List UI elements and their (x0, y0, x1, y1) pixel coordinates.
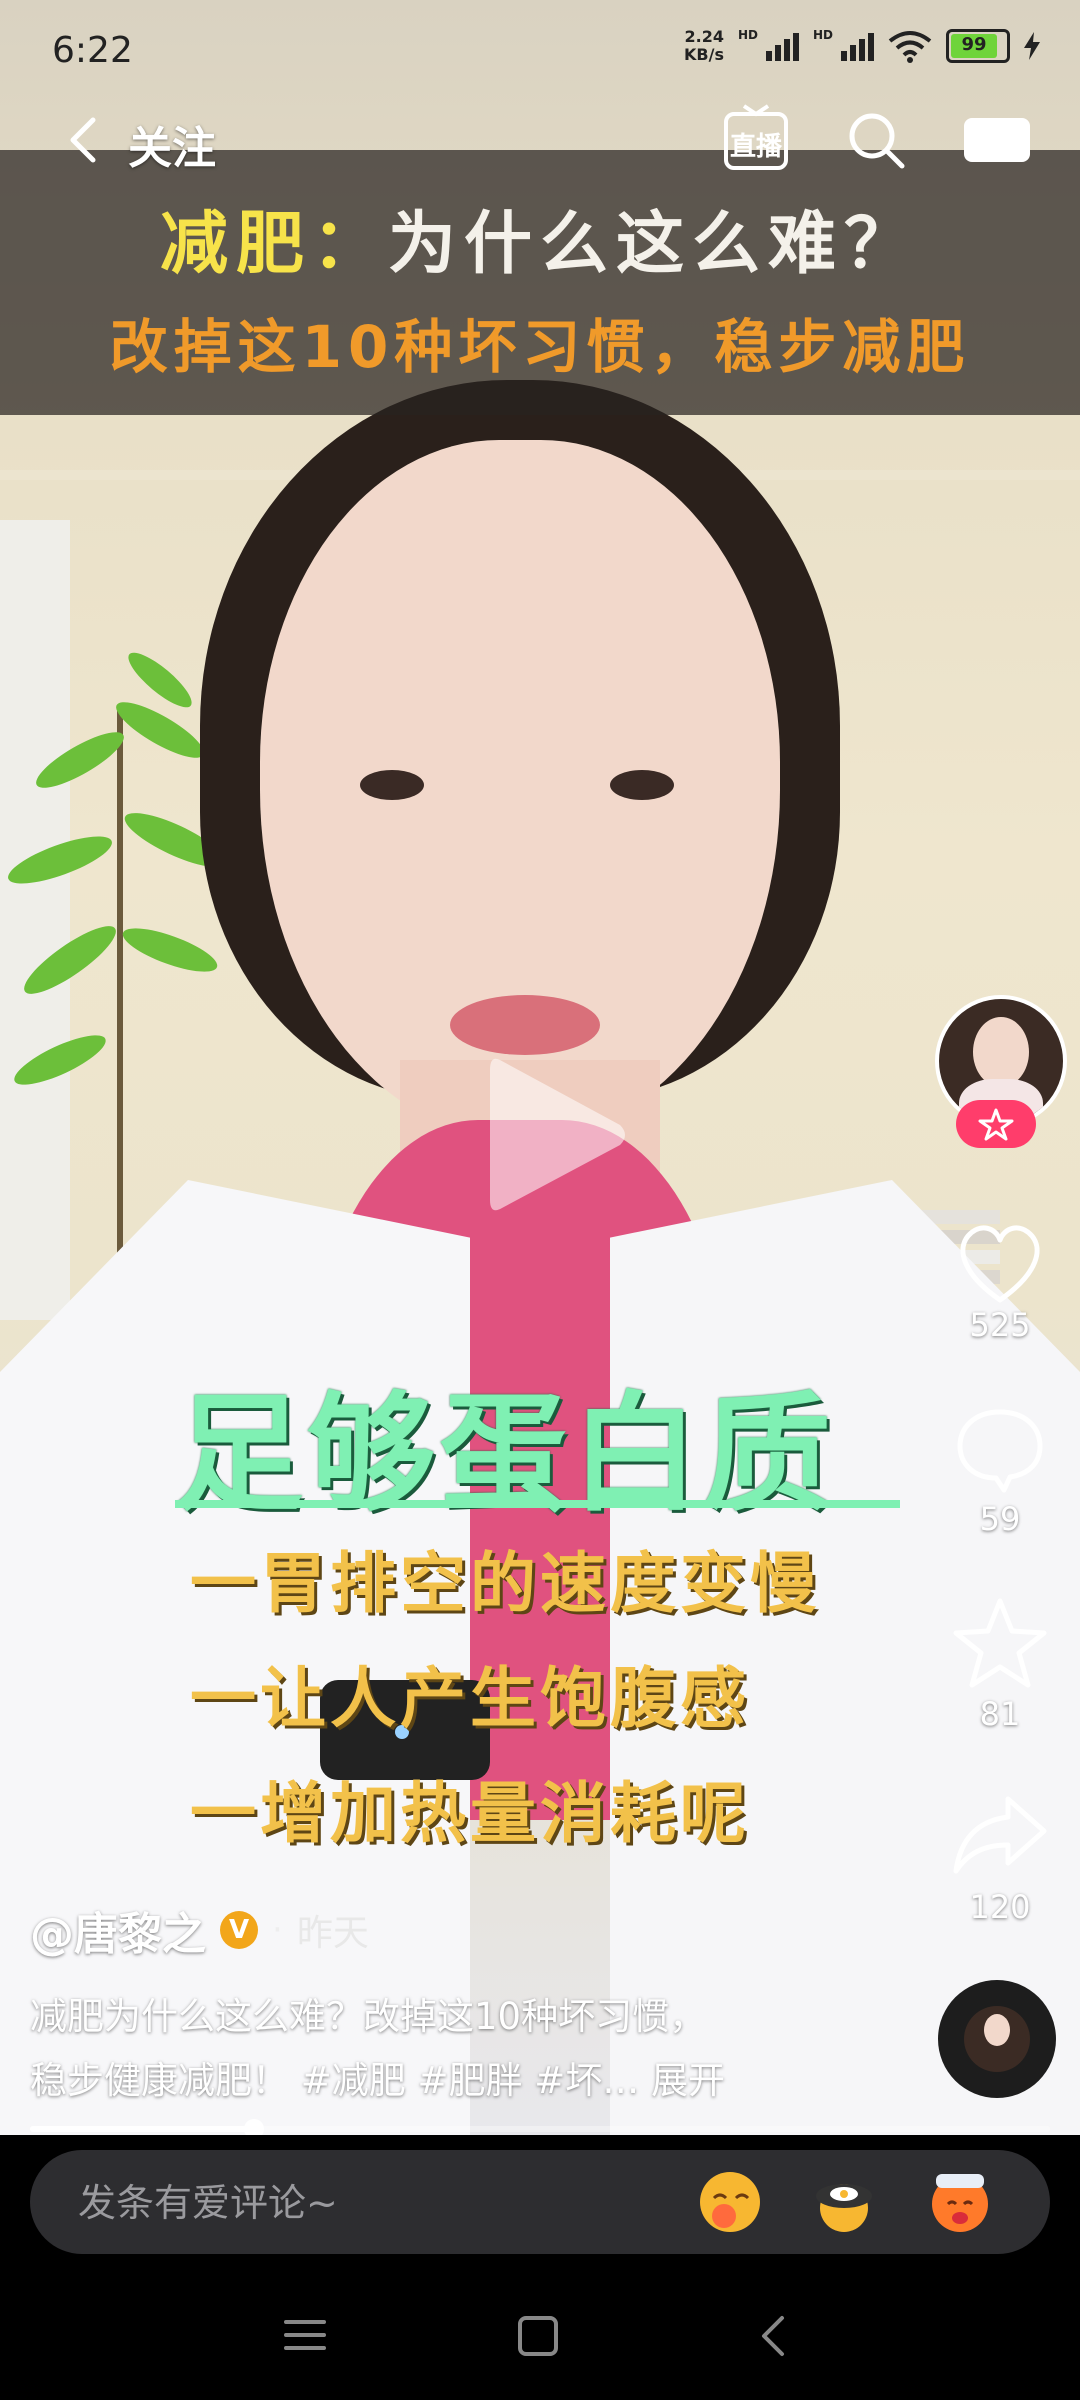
hd-badge: HD (812, 28, 833, 42)
follow-button[interactable] (956, 1100, 1036, 1148)
music-disc-cover (964, 2006, 1030, 2072)
menu-icon[interactable] (280, 2310, 330, 2360)
verified-badge-icon: V (220, 1911, 258, 1949)
banner-title-highlight: 减肥： (159, 205, 388, 284)
hd-badge: HD (737, 28, 758, 42)
home-icon[interactable] (510, 2308, 566, 2364)
star-outline-icon (978, 1108, 1014, 1141)
separator: · (272, 1910, 283, 1950)
comment-bar (30, 2150, 1050, 2256)
live-button[interactable]: 直播 (722, 104, 790, 172)
presenter-mouth (450, 995, 600, 1055)
author-name[interactable]: @唐黎之 (30, 1898, 206, 1962)
presenter-eye (360, 770, 424, 800)
network-speed: 2.24 KB/s (684, 28, 724, 64)
banner-title: 减肥：为什么这么难？ (0, 188, 1080, 287)
caption-line: 减肥为什么这么难？改掉这10种坏习惯， (30, 1995, 707, 2038)
status-bar: 6:22 2.24 KB/s HD HD 99 (0, 0, 1080, 100)
caption-line-text: 稳步健康减肥！ #减肥 #肥胖 #坏… (30, 2059, 640, 2102)
comment-input[interactable] (76, 2150, 640, 2256)
banner-subtitle: 改掉这10种坏习惯，稳步减肥 (109, 313, 971, 381)
charging-icon (1024, 32, 1040, 60)
tv-icon[interactable] (962, 114, 1032, 166)
tab-follow[interactable]: 关注 (128, 112, 216, 176)
back-icon[interactable] (55, 110, 115, 170)
signal-icon (841, 31, 874, 61)
comment-icon[interactable] (940, 1390, 1060, 1510)
share-icon[interactable] (940, 1775, 1060, 1895)
favorite-count: 81 (979, 1695, 1021, 1733)
top-nav: 关注 直播 (0, 100, 1080, 180)
heart-icon[interactable] (940, 1200, 1060, 1320)
expand-link[interactable]: 展开 (651, 2059, 725, 2102)
status-icons: 2.24 KB/s HD HD 99 (684, 28, 1040, 64)
live-label: 直播 (729, 132, 782, 162)
share-count: 120 (969, 1888, 1031, 1926)
like-count: 525 (969, 1306, 1031, 1344)
music-disc-icon[interactable] (938, 1980, 1056, 2098)
emoji-icon[interactable] (810, 2168, 878, 2236)
overlay-heading-underline (175, 1500, 900, 1508)
signal-icon (765, 31, 799, 61)
status-time: 6:22 (52, 30, 133, 71)
avatar-face (973, 1017, 1029, 1087)
progress-fill (30, 2126, 255, 2132)
search-icon[interactable] (844, 108, 908, 172)
net-speed-value: 2.24 (684, 27, 724, 46)
presenter-eye (610, 770, 674, 800)
battery-icon: 99 (946, 29, 1010, 63)
battery-level: 99 (951, 34, 997, 58)
post-time: 昨天 (296, 1913, 369, 1954)
overlay-point: 一增加热量消耗呢 (190, 1775, 750, 1852)
video-progress-bar[interactable] (30, 2119, 1050, 2139)
system-nav-bar (0, 2280, 1080, 2400)
caption-line: 稳步健康减肥！ #减肥 #肥胖 #坏… 展开 (30, 2049, 790, 2113)
star-icon[interactable] (940, 1585, 1060, 1705)
net-speed-unit: KB/s (684, 45, 724, 64)
overlay-point: 一胃排空的速度变慢 (190, 1545, 820, 1622)
author-row: @唐黎之 V · 昨天 (30, 1898, 369, 1962)
comment-count: 59 (979, 1500, 1021, 1538)
banner-title-rest: 为什么这么难？ (388, 205, 921, 284)
emoji-icon[interactable] (926, 2168, 994, 2236)
emoji-icon[interactable] (696, 2168, 764, 2236)
overlay-point: 一让人产生饱腹感 (190, 1660, 750, 1737)
play-icon[interactable] (480, 1050, 630, 1220)
wifi-icon (888, 31, 932, 63)
video-title-banner: 减肥：为什么这么难？ 改掉这10种坏习惯，稳步减肥 (0, 150, 1080, 415)
nav-back-icon[interactable] (748, 2308, 798, 2364)
post-caption[interactable]: 减肥为什么这么难？改掉这10种坏习惯， 稳步健康减肥！ #减肥 #肥胖 #坏… … (30, 1985, 790, 2113)
